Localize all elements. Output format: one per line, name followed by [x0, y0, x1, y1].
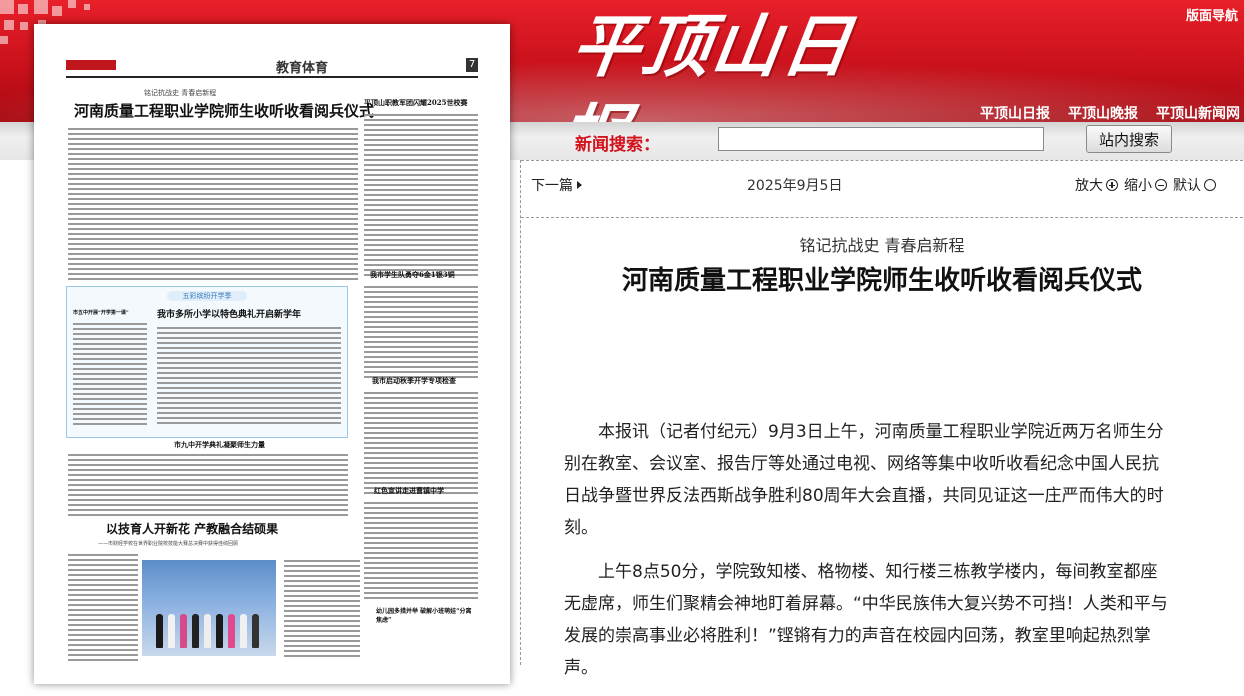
- next-article-label: 下一篇: [531, 178, 573, 194]
- paper-side-head-2[interactable]: 我市学生队勇夺6金1银3铜: [370, 270, 455, 280]
- next-article-link[interactable]: 下一篇: [531, 175, 582, 195]
- zoom-in-label: 放大: [1075, 178, 1103, 194]
- site-logo[interactable]: 平顶山日报: [554, 2, 879, 122]
- sister-sites: 平顶山日报 平顶山晚报 平顶山新闻网: [980, 103, 1240, 122]
- paper-side-head-1[interactable]: 平顶山职教军团闪耀2025世校赛: [364, 98, 467, 108]
- paper-box-side-head: 市五中开展“开学第一课”: [73, 310, 129, 316]
- newspaper-page[interactable]: 教育体育 7 铭记抗战史 青春启新程 河南质量工程职业学院师生收听收看阅兵仪式 …: [34, 24, 510, 684]
- paper-mid-headline[interactable]: 市九中开学典礼凝聚师生力量: [174, 440, 265, 450]
- paper-side-head-3[interactable]: 我市启动秋季开学专项检查: [372, 376, 456, 386]
- zoom-in-option[interactable]: 放大: [1075, 175, 1118, 195]
- paper-text-block: [68, 454, 348, 519]
- paper-feature-box[interactable]: 五彩缤纷开学季 我市多所小学以特色典礼开启新学年 市五中开展“开学第一课”: [66, 286, 348, 438]
- paper-big-headline[interactable]: 以技育人开新花 产教融合结硕果: [106, 520, 278, 537]
- plus-circle-icon: [1106, 179, 1118, 191]
- zoom-out-label: 缩小: [1124, 178, 1152, 194]
- paper-text-block: [364, 392, 478, 497]
- paper-big-subhead: ——市财经学校在世界职业院校技能大赛总决赛中获得佳绩回顾: [98, 541, 239, 547]
- paper-text-block: [157, 327, 341, 427]
- zoom-controls: 放大 缩小 默认: [1075, 175, 1216, 195]
- triangle-right-icon: [577, 181, 582, 189]
- link-pds-daily[interactable]: 平顶山日报: [980, 103, 1050, 122]
- article-toolbar: 下一篇 2025年9月5日 放大 缩小 默认: [521, 160, 1243, 218]
- link-pds-evening[interactable]: 平顶山晚报: [1068, 103, 1138, 122]
- radio-circle-icon: [1204, 179, 1216, 191]
- paper-box-headline: 我市多所小学以特色典礼开启新学年: [157, 310, 302, 320]
- paper-photo: [142, 560, 276, 656]
- search-label: 新闻搜索：: [575, 135, 660, 155]
- paper-header: 教育体育 7: [66, 58, 478, 76]
- article-title: 河南质量工程职业学院师生收听收看阅兵仪式: [621, 266, 1142, 296]
- minus-circle-icon: [1155, 179, 1167, 191]
- paper-text-block: [364, 114, 478, 279]
- paper-text-block: [364, 502, 478, 602]
- page-nav-link[interactable]: 版面导航: [1186, 5, 1238, 24]
- paper-text-block: [68, 554, 138, 664]
- article-body: 本报讯（记者付纪元）9月3日上午，河南质量工程职业学院近两万名师生分别在教室、会…: [564, 416, 1168, 696]
- paper-header-rule: [66, 76, 478, 78]
- article-panel: 下一篇 2025年9月5日 放大 缩小 默认 铭记抗战史 青春启新程 河南质量工…: [520, 160, 1244, 678]
- site-search-button[interactable]: 站内搜索: [1086, 125, 1172, 153]
- paper-mini-logo: [66, 60, 116, 70]
- link-pds-news[interactable]: 平顶山新闻网: [1156, 103, 1240, 122]
- issue-date: 2025年9月5日: [747, 178, 843, 194]
- paper-text-block: [68, 128, 358, 283]
- zoom-default-option[interactable]: 默认: [1173, 175, 1216, 195]
- search-input[interactable]: [718, 127, 1044, 151]
- zoom-out-option[interactable]: 缩小: [1124, 175, 1167, 195]
- paper-text-block: [364, 286, 478, 381]
- paper-page-number: 7: [466, 58, 478, 72]
- paper-side-head-4[interactable]: 红色宣讲走进曹镇中学: [374, 486, 444, 496]
- paper-kicker: 铭记抗战史 青春启新程: [144, 89, 217, 97]
- paper-side-head-5[interactable]: 幼儿园多措并举 破解小班萌娃“分离焦虑”: [376, 606, 476, 624]
- zoom-default-label: 默认: [1173, 178, 1201, 194]
- article-subtitle: 铭记抗战史 青春启新程: [799, 236, 965, 255]
- paper-box-banner: 五彩缤纷开学季: [167, 291, 247, 301]
- paper-headline[interactable]: 河南质量工程职业学院师生收听收看阅兵仪式: [74, 100, 374, 121]
- article-paragraph: 本报讯（记者付纪元）9月3日上午，河南质量工程职业学院近两万名师生分别在教室、会…: [564, 422, 1164, 538]
- paper-text-block: [73, 323, 147, 428]
- paper-text-block: [284, 560, 360, 660]
- paper-section-name: 教育体育: [276, 61, 329, 76]
